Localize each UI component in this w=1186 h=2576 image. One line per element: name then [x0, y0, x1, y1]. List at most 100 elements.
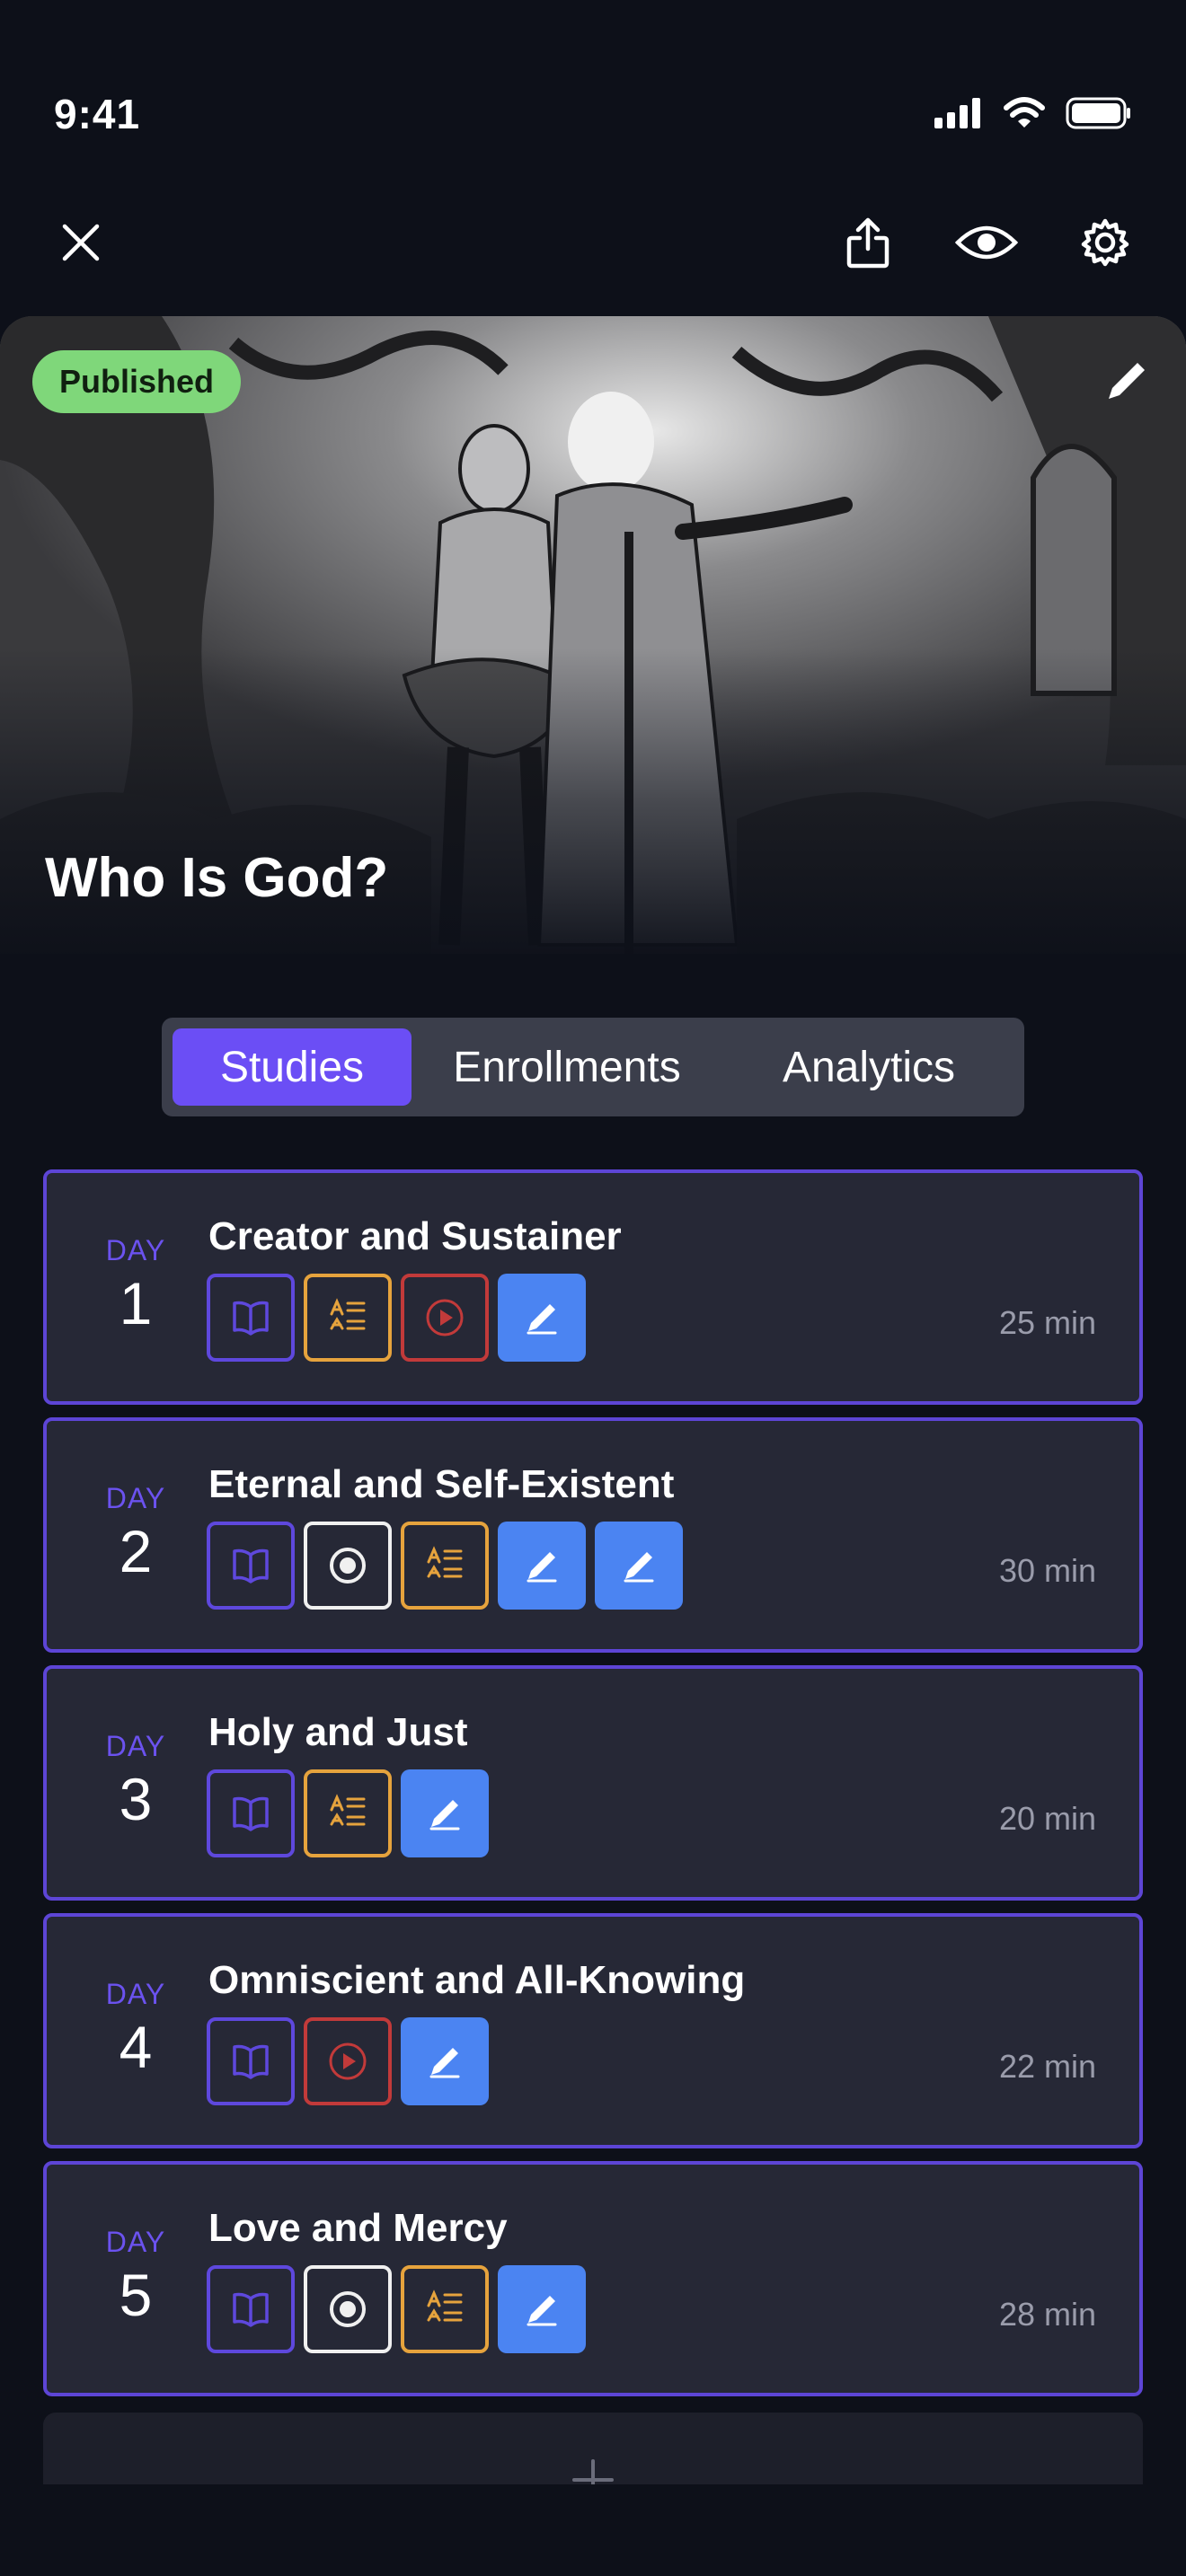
gear-icon [1081, 218, 1129, 267]
pencil-icon [424, 1793, 465, 1834]
tab-enrollments[interactable]: Enrollments [422, 1028, 712, 1106]
signal-icon [934, 98, 980, 128]
segmented-tabs: Studies Enrollments Analytics [162, 1018, 1024, 1116]
play-icon [424, 1297, 465, 1338]
day-indicator: DAY 5 [83, 2226, 189, 2329]
day-card[interactable]: DAY 1 Creator and Sustainer 25 min [43, 1169, 1143, 1405]
share-button[interactable] [823, 198, 913, 287]
activity-tiles [207, 2265, 586, 2353]
activity-record-tile[interactable] [304, 2265, 392, 2353]
activity-video-tile[interactable] [304, 2017, 392, 2105]
status-badge: Published [32, 350, 242, 413]
activity-tiles [207, 1274, 586, 1362]
tab-studies[interactable]: Studies [173, 1028, 412, 1106]
day-number: 2 [119, 1518, 153, 1584]
pencil-icon [424, 2041, 465, 2082]
day-indicator: DAY 2 [83, 1482, 189, 1585]
day-label: DAY [105, 1482, 166, 1514]
hero-banner: Published Who Is God? [0, 316, 1186, 954]
activity-text-tile[interactable] [304, 1769, 392, 1857]
status-icons [934, 97, 1132, 129]
activity-text-tile[interactable] [401, 1522, 489, 1610]
study-title: Creator and Sustainer [208, 1214, 622, 1258]
day-indicator: DAY 4 [83, 1978, 189, 2081]
activity-tiles [207, 1769, 489, 1857]
tab-analytics[interactable]: Analytics [724, 1028, 1013, 1106]
day-indicator: DAY 3 [83, 1730, 189, 1833]
day-number: 1 [119, 1270, 153, 1337]
day-number: 5 [119, 2262, 153, 2328]
activity-write-tile[interactable] [401, 1769, 489, 1857]
activity-write-tile[interactable] [401, 2017, 489, 2105]
play-icon [327, 2041, 368, 2082]
activity-write-tile[interactable] [498, 2265, 586, 2353]
preview-button[interactable] [942, 198, 1031, 287]
activity-video-tile[interactable] [401, 1274, 489, 1362]
text-icon [328, 1794, 367, 1833]
wifi-icon [1004, 97, 1045, 128]
study-duration: 25 min [998, 1304, 1096, 1341]
day-card[interactable]: DAY 5 Love and Mercy 28 min [43, 2161, 1143, 2396]
settings-button[interactable] [1060, 198, 1150, 287]
share-icon [846, 217, 890, 269]
status-bar: 9:41 [0, 0, 1186, 180]
pencil-icon [521, 1545, 562, 1586]
pencil-icon [521, 2289, 562, 2330]
day-number: 3 [119, 1766, 153, 1832]
record-icon [327, 1545, 368, 1586]
study-title: Holy and Just [208, 1710, 468, 1754]
activity-read-tile[interactable] [207, 2017, 295, 2105]
day-card[interactable]: DAY 2 Eternal and Self-Existent 30 min [43, 1417, 1143, 1653]
activity-write-tile[interactable] [498, 1274, 586, 1362]
status-time: 9:41 [54, 91, 141, 137]
study-title: Omniscient and All-Knowing [208, 1958, 746, 2002]
book-icon [231, 1548, 270, 1584]
plus-icon [572, 2459, 614, 2484]
activity-text-tile[interactable] [401, 2265, 489, 2353]
study-title: Love and Mercy [208, 2206, 508, 2250]
text-icon [425, 1546, 465, 1585]
study-duration: 28 min [998, 2296, 1096, 2333]
eye-icon [955, 225, 1018, 260]
day-label: DAY [105, 1730, 166, 1762]
activity-read-tile[interactable] [207, 1769, 295, 1857]
study-title: Eternal and Self-Existent [208, 1462, 675, 1506]
study-duration: 22 min [998, 2048, 1096, 2085]
close-icon [62, 224, 100, 261]
day-indicator: DAY 1 [83, 1234, 189, 1337]
battery-icon [1066, 97, 1130, 129]
pencil-icon [521, 1297, 562, 1338]
close-button[interactable] [36, 198, 126, 287]
book-icon [231, 1300, 270, 1336]
book-icon [231, 2291, 270, 2327]
day-label: DAY [105, 2226, 166, 2258]
study-duration: 30 min [998, 1552, 1096, 1589]
day-list: DAY 1 Creator and Sustainer 25 min DAY 2 Etern… [43, 1169, 1143, 2409]
pencil-icon [1109, 363, 1145, 399]
activity-read-tile[interactable] [207, 2265, 295, 2353]
activity-tiles [207, 2017, 489, 2105]
day-label: DAY [105, 1978, 166, 2010]
activity-write-tile[interactable] [595, 1522, 683, 1610]
edit-cover-button[interactable] [1096, 348, 1159, 411]
study-duration: 20 min [998, 1800, 1096, 1837]
day-label: DAY [105, 1234, 166, 1266]
book-icon [231, 2043, 270, 2079]
text-icon [425, 2289, 465, 2329]
book-icon [231, 1795, 270, 1831]
top-toolbar [0, 198, 1186, 287]
activity-text-tile[interactable] [304, 1274, 392, 1362]
record-icon [327, 2289, 368, 2330]
add-day-button[interactable] [43, 2413, 1143, 2484]
day-card[interactable]: DAY 4 Omniscient and All-Knowing 22 min [43, 1913, 1143, 2148]
activity-write-tile[interactable] [498, 1522, 586, 1610]
day-number: 4 [119, 2014, 153, 2080]
pencil-icon [618, 1545, 659, 1586]
day-card[interactable]: DAY 3 Holy and Just 20 min [43, 1665, 1143, 1901]
page-title: Who Is God? [45, 847, 389, 909]
activity-tiles [207, 1522, 683, 1610]
activity-read-tile[interactable] [207, 1274, 295, 1362]
activity-record-tile[interactable] [304, 1522, 392, 1610]
text-icon [328, 1298, 367, 1337]
activity-read-tile[interactable] [207, 1522, 295, 1610]
